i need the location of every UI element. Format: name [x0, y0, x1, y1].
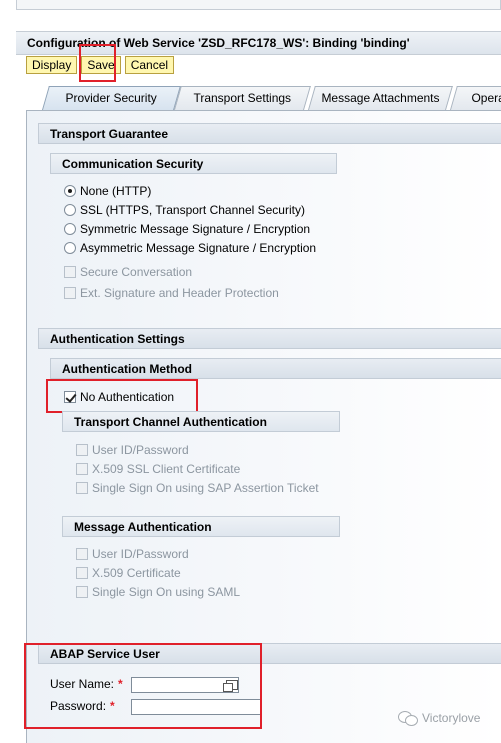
checkbox — [76, 463, 88, 475]
save-button[interactable]: Save — [81, 56, 121, 74]
radio-label: None (HTTP) — [80, 184, 152, 198]
checkbox-tc-userid: User ID/Password — [76, 442, 189, 458]
radio-none-http[interactable]: None (HTTP) — [64, 183, 151, 199]
top-frame — [16, 0, 501, 10]
required-mark: * — [118, 677, 123, 691]
tab-transport-settings[interactable]: Transport Settings — [174, 86, 311, 110]
checkbox — [64, 266, 76, 278]
tab-operations[interactable]: Opera — [450, 86, 501, 110]
cancel-button[interactable]: Cancel — [124, 56, 175, 74]
message-auth-header: Message Authentication — [62, 516, 340, 537]
radio-asymmetric[interactable]: Asymmetric Message Signature / Encryptio… — [64, 240, 316, 256]
radio-label: SSL (HTTPS, Transport Channel Security) — [80, 203, 305, 217]
checkbox-msg-saml: Single Sign On using SAML — [76, 584, 240, 600]
transport-guarantee-header: Transport Guarantee — [38, 123, 501, 144]
checkbox-label: X.509 SSL Client Certificate — [92, 462, 241, 476]
required-mark: * — [110, 699, 115, 713]
checkbox — [76, 586, 88, 598]
radio-label: Symmetric Message Signature / Encryption — [80, 222, 311, 236]
checkbox-label: X.509 Certificate — [92, 566, 181, 580]
tab-strip: Provider Security Transport Settings Mes… — [36, 86, 501, 110]
watermark: Victorylove — [398, 710, 480, 726]
user-name-label-text: User Name: — [50, 677, 115, 691]
abap-service-user-header: ABAP Service User — [38, 643, 501, 664]
checkbox-no-authentication[interactable]: No Authentication — [64, 389, 174, 405]
checkbox — [76, 548, 88, 560]
tab-label: Transport Settings — [193, 91, 292, 105]
checkbox-label: Single Sign On using SAML — [92, 585, 241, 599]
checkbox — [64, 287, 76, 299]
radio-button[interactable] — [64, 242, 76, 254]
tab-label: Message Attachments — [321, 91, 440, 105]
transport-channel-auth-header: Transport Channel Authentication — [62, 411, 340, 432]
checkbox — [76, 567, 88, 579]
radio-label: Asymmetric Message Signature / Encryptio… — [80, 241, 317, 255]
checkbox-tc-sso: Single Sign On using SAP Assertion Ticke… — [76, 480, 319, 496]
password-input[interactable] — [131, 699, 261, 715]
authentication-method-header: Authentication Method — [50, 358, 501, 379]
checkbox-msg-x509: X.509 Certificate — [76, 565, 181, 581]
checkbox-label: Secure Conversation — [80, 265, 193, 279]
checkbox-label: User ID/Password — [92, 443, 189, 457]
radio-ssl[interactable]: SSL (HTTPS, Transport Channel Security) — [64, 202, 305, 218]
radio-button[interactable] — [64, 223, 76, 235]
value-help-icon[interactable] — [223, 680, 238, 692]
radio-button[interactable] — [64, 204, 76, 216]
tab-provider-security[interactable]: Provider Security — [42, 86, 181, 110]
radio-button[interactable] — [64, 185, 76, 197]
checkbox-secure-conversation: Secure Conversation — [64, 264, 192, 280]
display-button[interactable]: Display — [26, 56, 78, 74]
radio-symmetric[interactable]: Symmetric Message Signature / Encryption — [64, 221, 310, 237]
window-title: Configuration of Web Service 'ZSD_RFC178… — [16, 31, 501, 55]
checkbox — [76, 444, 88, 456]
checkbox-ext-signature: Ext. Signature and Header Protection — [64, 285, 279, 301]
wechat-icon — [398, 710, 418, 726]
tab-label: Provider Security — [65, 91, 158, 105]
checkbox-msg-userid: User ID/Password — [76, 546, 189, 562]
checkbox-label: Single Sign On using SAP Assertion Ticke… — [92, 481, 319, 495]
checkbox-label: Ext. Signature and Header Protection — [80, 286, 279, 300]
communication-security-header: Communication Security — [50, 153, 337, 174]
checkbox — [76, 482, 88, 494]
password-label-text: Password: — [50, 699, 107, 713]
checkbox-label: User ID/Password — [92, 547, 189, 561]
checkbox-tc-x509: X.509 SSL Client Certificate — [76, 461, 240, 477]
password-label: Password: * — [50, 699, 115, 713]
watermark-text: Victorylove — [422, 711, 481, 725]
authentication-settings-header: Authentication Settings — [38, 328, 501, 349]
tab-message-attachments[interactable]: Message Attachments — [308, 86, 453, 110]
checkbox-label: No Authentication — [80, 390, 175, 404]
toolbar: Display Save Cancel — [26, 56, 175, 76]
tab-label: Opera — [471, 91, 501, 105]
user-name-label: User Name: * — [50, 677, 123, 691]
checkbox[interactable] — [64, 391, 76, 403]
